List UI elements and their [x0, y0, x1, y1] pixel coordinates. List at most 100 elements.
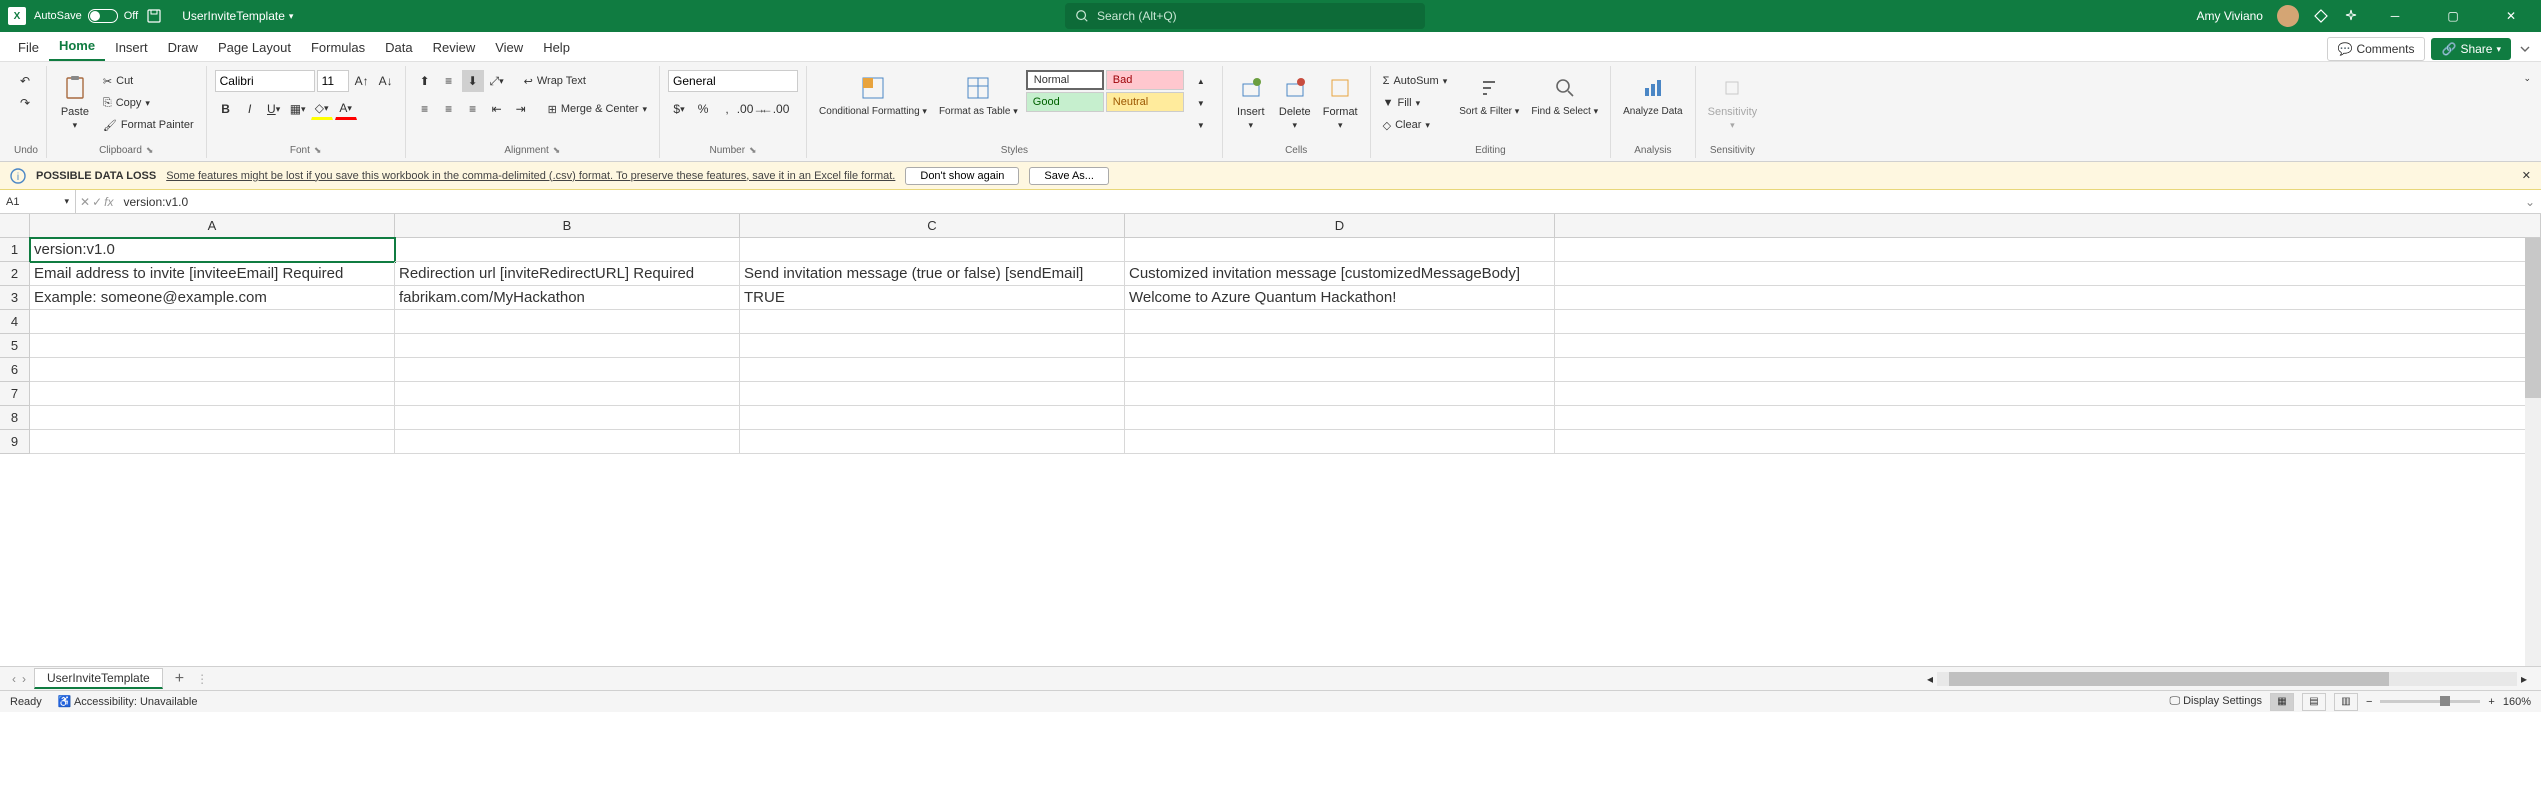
zoom-slider[interactable] [2380, 700, 2480, 703]
col-header-B[interactable]: B [395, 214, 740, 237]
msg-text[interactable]: Some features might be lost if you save … [166, 170, 895, 182]
name-box[interactable]: A1 ▾ [0, 190, 76, 213]
cell[interactable] [740, 310, 1125, 334]
cell[interactable] [30, 406, 395, 430]
col-header-A[interactable]: A [30, 214, 395, 237]
align-center-button[interactable]: ≡ [438, 98, 460, 120]
row-header[interactable]: 4 [0, 310, 30, 334]
align-middle-button[interactable]: ≡ [438, 70, 460, 92]
cell[interactable]: fabrikam.com/MyHackathon [395, 286, 740, 310]
cell[interactable] [1555, 382, 2541, 406]
zoom-level[interactable]: 160% [2503, 696, 2531, 708]
user-name[interactable]: Amy Viviano [2197, 9, 2263, 23]
styles-down-button[interactable]: ▼ [1190, 92, 1212, 114]
cell[interactable] [1555, 334, 2541, 358]
increase-decimal-button[interactable]: .00→ [740, 98, 762, 120]
cell[interactable] [1125, 430, 1555, 454]
cell[interactable] [1555, 358, 2541, 382]
sort-filter-button[interactable]: Sort & Filter ▾ [1455, 70, 1523, 119]
select-all-corner[interactable] [0, 214, 30, 237]
style-bad[interactable]: Bad [1106, 70, 1184, 90]
cell[interactable] [740, 238, 1125, 262]
cell[interactable] [1125, 406, 1555, 430]
formula-input[interactable]: version:v1.0 [117, 195, 2518, 209]
insert-cells-button[interactable]: Insert▾ [1231, 70, 1271, 133]
horizontal-scrollbar[interactable] [1937, 672, 2517, 686]
style-normal[interactable]: Normal [1026, 70, 1104, 90]
cell[interactable] [1125, 310, 1555, 334]
cell[interactable] [1555, 406, 2541, 430]
cell[interactable] [30, 430, 395, 454]
cell[interactable] [1555, 430, 2541, 454]
tab-insert[interactable]: Insert [105, 34, 158, 61]
comments-button[interactable]: 💬 Comments [2327, 37, 2426, 61]
tab-splitter[interactable]: ⋮ [196, 672, 208, 686]
font-size-input[interactable] [317, 70, 349, 92]
fill-color-button[interactable]: ◇ ▾ [311, 98, 333, 120]
delete-cells-button[interactable]: Delete▾ [1275, 70, 1315, 133]
style-neutral[interactable]: Neutral [1106, 92, 1184, 112]
normal-view-button[interactable]: ▦ [2270, 693, 2294, 711]
accounting-button[interactable]: $ ▾ [668, 98, 690, 120]
dialog-launcher-icon[interactable]: ⬊ [553, 145, 561, 156]
cell[interactable] [30, 358, 395, 382]
sparkle-icon[interactable] [2343, 8, 2359, 24]
vertical-scrollbar[interactable] [2525, 238, 2541, 666]
collapse-ribbon-icon[interactable]: ⌄ [2523, 73, 2531, 83]
close-button[interactable]: ✕ [2489, 0, 2533, 32]
save-as-button[interactable]: Save As... [1029, 167, 1109, 185]
accessibility-status[interactable]: ♿ Accessibility: Unavailable [58, 695, 198, 708]
add-sheet-button[interactable]: + [163, 670, 196, 688]
percent-button[interactable]: % [692, 98, 714, 120]
fill-button[interactable]: ▼ Fill ▾ [1379, 92, 1452, 114]
cell[interactable]: TRUE [740, 286, 1125, 310]
wrap-text-button[interactable]: ↩ Wrap Text [520, 70, 590, 92]
find-select-button[interactable]: Find & Select ▾ [1527, 70, 1602, 119]
redo-button[interactable]: ↷ [14, 92, 36, 114]
row-header[interactable]: 6 [0, 358, 30, 382]
cell[interactable] [395, 334, 740, 358]
cell[interactable] [1555, 238, 2541, 262]
dialog-launcher-icon[interactable]: ⬊ [749, 145, 757, 156]
comma-button[interactable]: , [716, 98, 738, 120]
number-format-input[interactable] [668, 70, 798, 92]
tab-review[interactable]: Review [423, 34, 486, 61]
paste-button[interactable]: Paste ▾ [55, 70, 95, 133]
copy-button[interactable]: ⎘ Copy ▾ [99, 92, 198, 114]
italic-button[interactable]: I [239, 98, 261, 120]
cell[interactable] [30, 310, 395, 334]
cell[interactable] [395, 358, 740, 382]
align-right-button[interactable]: ≡ [462, 98, 484, 120]
sheet-prev-button[interactable]: ‹ [12, 672, 16, 686]
enter-formula-icon[interactable]: ✓ [92, 195, 102, 209]
tab-home[interactable]: Home [49, 32, 105, 61]
row-header[interactable]: 5 [0, 334, 30, 358]
align-top-button[interactable]: ⬆ [414, 70, 436, 92]
row-header[interactable]: 3 [0, 286, 30, 310]
format-as-table-button[interactable]: Format as Table ▾ [935, 70, 1022, 119]
borders-button[interactable]: ▦ ▾ [287, 98, 309, 120]
format-painter-button[interactable]: 🖌 Format Painter [99, 114, 198, 136]
decrease-decimal-button[interactable]: ←.00 [764, 98, 786, 120]
cell[interactable]: Redirection url [inviteRedirectURL] Requ… [395, 262, 740, 286]
dialog-launcher-icon[interactable]: ⬊ [146, 145, 154, 156]
scroll-right-button[interactable]: ▸ [2517, 672, 2531, 686]
orientation-button[interactable]: ⤢ ▾ [486, 70, 508, 92]
row-header[interactable]: 2 [0, 262, 30, 286]
page-break-view-button[interactable]: ▥ [2334, 693, 2358, 711]
increase-font-button[interactable]: A↑ [351, 70, 373, 92]
cell[interactable]: Email address to invite [inviteeEmail] R… [30, 262, 395, 286]
display-settings-button[interactable]: 🖵 Display Settings [2169, 695, 2262, 708]
bold-button[interactable]: B [215, 98, 237, 120]
cell[interactable] [1555, 310, 2541, 334]
cell[interactable]: Send invitation message (true or false) … [740, 262, 1125, 286]
align-left-button[interactable]: ≡ [414, 98, 436, 120]
styles-up-button[interactable]: ▲ [1190, 70, 1212, 92]
clear-button[interactable]: ◇ Clear ▾ [1379, 114, 1452, 136]
underline-button[interactable]: U ▾ [263, 98, 285, 120]
cell[interactable] [740, 358, 1125, 382]
dont-show-again-button[interactable]: Don't show again [905, 167, 1019, 185]
tab-help[interactable]: Help [533, 34, 580, 61]
font-name-input[interactable] [215, 70, 315, 92]
cell[interactable] [395, 406, 740, 430]
